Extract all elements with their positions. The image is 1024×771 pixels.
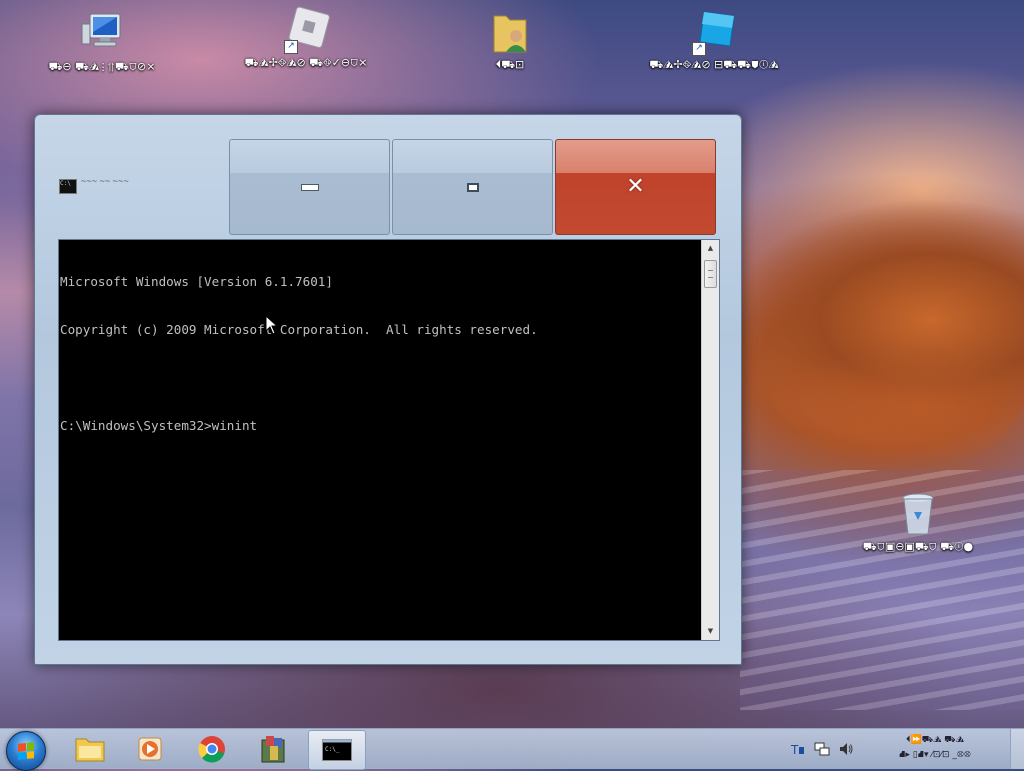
scrollbar-thumb[interactable]	[704, 260, 717, 288]
media-player-icon	[138, 737, 162, 761]
close-icon: ✕	[626, 174, 645, 199]
system-clock[interactable]: ⏴⏩⛟⛰ ⛟⛰ ⛘▸ ▯⛘▾ ⁄⊡⁄⊡ _⛒⛒	[876, 733, 994, 763]
desktop-icon-label: ⛟⛉▣⊖▣⛟⛉ ⛟ⓘ●	[862, 540, 974, 553]
language-icon[interactable]: T	[790, 741, 806, 757]
start-button[interactable]	[6, 731, 46, 771]
shortcut-arrow-icon: ↗	[692, 42, 706, 56]
network-icon[interactable]	[814, 741, 830, 757]
taskbar-command-prompt[interactable]: C:\_	[308, 730, 366, 770]
taskbar-media-player[interactable]	[122, 730, 178, 768]
desktop-icon-label: ⛟⛰✢⛗⛰⊘ ⊟⛟⛟⛊ⓘ⛰	[649, 58, 779, 71]
archive-icon	[261, 736, 285, 763]
maximize-icon	[466, 182, 479, 192]
window-titlebar[interactable]: C:\ ⁓⁓⁓ ⁓⁓ ⁓⁓⁓ ✕	[35, 115, 741, 237]
desktop-icon-label: ⏴⛟⊡	[495, 58, 525, 71]
cmd-icon: C:\_	[322, 739, 352, 761]
mouse-pointer-icon	[265, 315, 279, 335]
desktop-icon-recycle-bin[interactable]: ⛟⛉▣⊖▣⛟⛉ ⛟ⓘ●	[848, 490, 988, 555]
vertical-scrollbar[interactable]: ▲ ▼	[701, 240, 719, 640]
computer-icon	[78, 10, 126, 58]
scroll-up-arrow[interactable]: ▲	[702, 240, 719, 257]
taskbar-chrome[interactable]	[184, 730, 240, 768]
console-line: Microsoft Windows [Version 6.1.7601]	[60, 274, 333, 289]
app-shortcut-icon: ↗	[690, 8, 738, 56]
desktop-icon-shortcut-2[interactable]: ↗ ⛟⛰✢⛗⛰⊘ ⊟⛟⛟⛊ⓘ⛰	[644, 8, 784, 73]
console-output[interactable]: Microsoft Windows [Version 6.1.7601] Cop…	[60, 242, 699, 466]
console-line: Copyright (c) 2009 Microsoft Corporation…	[60, 322, 538, 337]
cmd-window-icon: C:\	[59, 179, 77, 194]
scroll-down-arrow[interactable]: ▼	[702, 623, 719, 640]
taskbar-archive[interactable]	[246, 730, 302, 768]
taskbar-explorer[interactable]	[62, 730, 118, 768]
desktop-icon-label: ⛟⛰✢⛗⛰⊘ ⛟⛗✓⊖⛉⨯	[244, 56, 368, 69]
chrome-icon	[198, 736, 225, 763]
folder-icon	[75, 738, 105, 762]
desktop-icon-shortcut[interactable]: ↗ ⛟⛰✢⛗⛰⊘ ⛟⛗✓⊖⛉⨯	[236, 6, 376, 71]
command-prompt-window[interactable]: C:\ ⁓⁓⁓ ⁓⁓ ⁓⁓⁓ ✕ Microsoft Windows [Vers…	[34, 114, 742, 665]
desktop-icon-user-folder[interactable]: ⏴⛟⊡	[440, 8, 580, 73]
console-prompt-line: C:\Windows\System32>winint	[60, 418, 258, 433]
minimize-icon	[300, 183, 319, 191]
recycle-bin-icon	[894, 490, 942, 538]
console-area[interactable]: Microsoft Windows [Version 6.1.7601] Cop…	[58, 239, 720, 641]
maximize-button[interactable]	[392, 139, 553, 235]
desktop-icon-computer[interactable]: ⛟⊖ ⛟⛰⫶⥣⛟⛉⊘⨯	[32, 10, 172, 75]
volume-icon[interactable]	[838, 741, 854, 757]
app-shortcut-icon: ↗	[282, 6, 330, 54]
svg-text:C:\_: C:\_	[325, 746, 340, 753]
wallpaper-cliff	[740, 170, 1024, 460]
desktop-icon-label: ⛟⊖ ⛟⛰⫶⥣⛟⛉⊘⨯	[48, 60, 156, 73]
taskbar: C:\_ T ⏴⏩⛟⛰ ⛟⛰ ⛘▸ ▯⛘▾ ⁄⊡⁄⊡ _⛒⛒	[0, 728, 1024, 771]
show-desktop-button[interactable]	[1010, 729, 1024, 769]
clock-time: ⏴⏩⛟⛰ ⛟⛰	[906, 735, 964, 745]
svg-text:T: T	[790, 743, 799, 757]
windows-logo-icon	[18, 742, 34, 760]
window-title: ⁓⁓⁓ ⁓⁓ ⁓⁓⁓	[81, 179, 130, 185]
shortcut-arrow-icon: ↗	[284, 40, 298, 54]
user-folder-icon	[486, 8, 534, 56]
close-button[interactable]: ✕	[555, 139, 716, 235]
clock-date: ⛘▸ ▯⛘▾ ⁄⊡⁄⊡ _⛒⛒	[899, 750, 971, 760]
minimize-button[interactable]	[229, 139, 390, 235]
